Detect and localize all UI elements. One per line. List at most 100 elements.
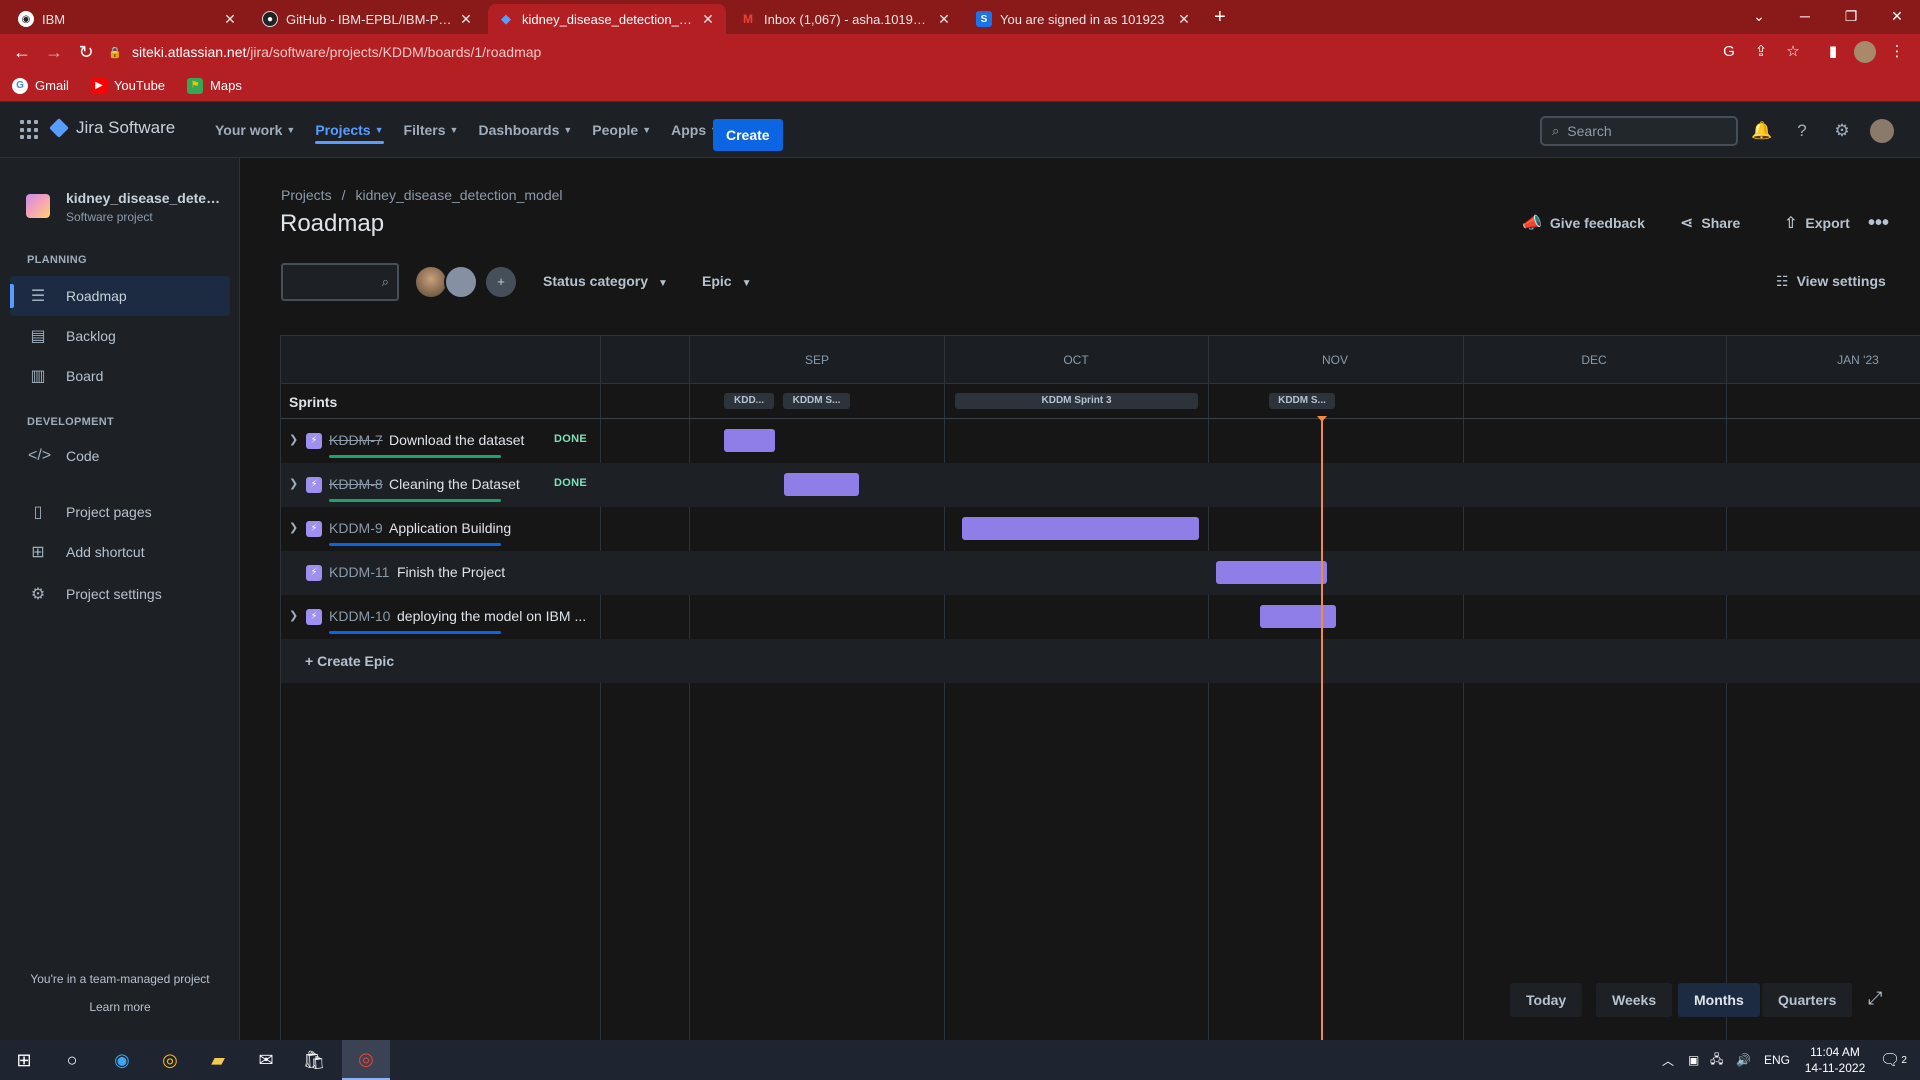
issue-title[interactable]: Finish the Project	[397, 564, 587, 580]
sprint-pill[interactable]: KDDM S...	[783, 393, 850, 409]
chevron-right-icon[interactable]: ❯	[289, 477, 298, 490]
issue-key[interactable]: KDDM-10	[329, 608, 390, 624]
breadcrumb-projects[interactable]: Projects	[281, 187, 332, 203]
notifications-icon[interactable]: 🔔	[1750, 119, 1774, 143]
app-switcher-icon[interactable]	[20, 120, 40, 140]
nav-filters[interactable]: Filters ▼	[404, 102, 459, 158]
chrome-active-icon[interactable]: ◎	[342, 1040, 390, 1080]
chevron-right-icon[interactable]: ❯	[289, 609, 298, 622]
chevron-right-icon[interactable]: ❯	[289, 521, 298, 534]
create-button[interactable]: Create	[713, 119, 783, 151]
learn-more-link[interactable]: Learn more	[0, 1000, 240, 1014]
sidebar-item-board[interactable]: ▥ Board	[10, 356, 230, 396]
create-epic-button[interactable]: + Create Epic	[305, 653, 394, 669]
sidebar-item-roadmap[interactable]: ☰ Roadmap	[10, 276, 230, 316]
project-header[interactable]: kidney_disease_detecti... Software proje…	[26, 190, 226, 224]
epic-row[interactable]: ❯ ⚡ KDDM-7 Download the dataset DONE	[281, 419, 1920, 463]
close-tab-icon[interactable]: ✕	[1176, 11, 1192, 28]
issue-title[interactable]: Application Building	[389, 520, 589, 536]
tab-search-icon[interactable]: ⌄	[1736, 4, 1782, 28]
bookmark-maps[interactable]: ⚑ Maps	[187, 77, 242, 94]
windows-start-icon[interactable]: ⊞	[0, 1040, 48, 1080]
sprint-pill[interactable]: KDD...	[724, 393, 774, 409]
edge-icon[interactable]: ◉	[98, 1040, 146, 1080]
notifications-icon[interactable]: 🗨 2	[1880, 1040, 1907, 1080]
settings-icon[interactable]: ⚙	[1830, 119, 1854, 143]
nav-projects[interactable]: Projects ▼	[315, 102, 384, 158]
share-button[interactable]: ⋖ Share	[1680, 213, 1740, 233]
nav-apps[interactable]: Apps▼	[671, 102, 719, 158]
issue-key[interactable]: KDDM-8	[329, 476, 383, 492]
user-avatar[interactable]	[1870, 119, 1894, 143]
browser-tab-github[interactable]: ● GitHub - IBM-EPBL/IBM-Project- ✕	[252, 4, 484, 34]
browser-tab-jira[interactable]: ◆ kidney_disease_detection_model ✕	[488, 4, 726, 34]
chrome-menu-icon[interactable]: ⋮	[1886, 41, 1908, 63]
view-settings-button[interactable]: ☷ View settings	[1776, 273, 1886, 290]
sidebar-item-project-pages[interactable]: ▯ Project pages	[10, 492, 230, 532]
add-people-icon[interactable]: +	[484, 265, 518, 299]
zoom-quarters-button[interactable]: Quarters	[1762, 983, 1853, 1017]
store-icon[interactable]: 🛍	[290, 1040, 338, 1080]
back-icon[interactable]: ←	[10, 40, 34, 64]
jira-logo[interactable]: Jira Software	[49, 118, 175, 138]
give-feedback-button[interactable]: 📣 Give feedback	[1522, 213, 1645, 233]
issue-title[interactable]: Cleaning the Dataset	[389, 476, 549, 492]
chevron-right-icon[interactable]: ❯	[289, 433, 298, 446]
bookmark-youtube[interactable]: ▶ YouTube	[90, 77, 165, 94]
language-indicator[interactable]: ENG	[1764, 1040, 1790, 1080]
clock[interactable]: 11:04 AM 14-11-2022	[1800, 1044, 1870, 1076]
avatar[interactable]	[444, 265, 478, 299]
issue-key[interactable]: KDDM-7	[329, 432, 383, 448]
create-epic-row[interactable]: + Create Epic	[281, 639, 1920, 683]
nav-dashboards[interactable]: Dashboards ▼	[478, 102, 572, 158]
export-button[interactable]: ⇧ Export	[1784, 213, 1850, 233]
meet-now-icon[interactable]: ▣	[1688, 1040, 1699, 1080]
new-tab-icon[interactable]: +	[1214, 6, 1226, 29]
file-explorer-icon[interactable]: ▰	[194, 1040, 242, 1080]
roadmap-search-input[interactable]: ⌕	[281, 263, 399, 301]
browser-tab-ibm[interactable]: ◉ IBM ✕	[8, 4, 248, 34]
avatar[interactable]	[414, 265, 448, 299]
sprint-pill[interactable]: KDDM S...	[1269, 393, 1335, 409]
side-panel-icon[interactable]: ▮	[1822, 41, 1844, 63]
network-icon[interactable]: 🖧	[1710, 1040, 1723, 1080]
nav-people[interactable]: People ▼	[592, 102, 651, 158]
close-window-icon[interactable]: ✕	[1874, 4, 1920, 28]
bookmark-gmail[interactable]: G Gmail	[12, 77, 69, 94]
chrome-icon[interactable]: ◎	[146, 1040, 194, 1080]
sidebar-item-project-settings[interactable]: ⚙ Project settings	[10, 574, 230, 614]
close-tab-icon[interactable]: ✕	[936, 11, 952, 28]
issue-title[interactable]: Download the dataset	[389, 432, 549, 448]
browser-tab-gmail[interactable]: M Inbox (1,067) - asha.101923@sx ✕	[730, 4, 962, 34]
issue-key[interactable]: KDDM-9	[329, 520, 383, 536]
close-tab-icon[interactable]: ✕	[458, 11, 474, 28]
epic-timeline-bar[interactable]	[724, 429, 775, 452]
close-tab-icon[interactable]: ✕	[700, 11, 716, 28]
epic-timeline-bar[interactable]	[784, 473, 859, 496]
reload-icon[interactable]: ↻	[74, 40, 98, 64]
zoom-today-button[interactable]: Today	[1510, 983, 1583, 1017]
zoom-weeks-button[interactable]: Weeks	[1596, 983, 1673, 1017]
epic-row[interactable]: ❯ ⚡ KDDM-8 Cleaning the Dataset DONE	[281, 463, 1920, 507]
mail-icon[interactable]: ✉	[242, 1040, 290, 1080]
more-actions-icon[interactable]: •••	[1868, 212, 1889, 235]
bookmark-star-icon[interactable]: ☆	[1782, 41, 1804, 63]
epic-timeline-bar[interactable]	[962, 517, 1199, 540]
profile-avatar[interactable]	[1854, 41, 1876, 63]
epic-row[interactable]: ❯ ⚡ KDDM-10 deploying the model on IBM .…	[281, 595, 1920, 639]
epic-timeline-bar[interactable]	[1216, 561, 1327, 584]
browser-tab-signed-in[interactable]: S You are signed in as 101923 ✕	[966, 4, 1202, 34]
zoom-months-button[interactable]: Months	[1678, 983, 1760, 1017]
url-field[interactable]: 🔒 siteki.atlassian.net/jira/software/pro…	[108, 38, 1708, 66]
epic-filter[interactable]: Epic ▼	[702, 273, 751, 289]
help-icon[interactable]: ?	[1790, 119, 1814, 143]
sidebar-item-code[interactable]: </> Code	[10, 436, 230, 476]
global-search-input[interactable]: ⌕ Search	[1540, 116, 1738, 146]
sidebar-item-backlog[interactable]: ▤ Backlog	[10, 316, 230, 356]
volume-icon[interactable]: 🔊	[1736, 1040, 1751, 1080]
fullscreen-icon[interactable]: ⤢	[1868, 988, 1882, 1009]
cortana-icon[interactable]: ○	[48, 1040, 96, 1080]
tray-chevron-icon[interactable]: ︿	[1662, 1040, 1674, 1080]
breadcrumb-project[interactable]: kidney_disease_detection_model	[355, 187, 562, 203]
google-lens-icon[interactable]: G	[1718, 41, 1740, 63]
